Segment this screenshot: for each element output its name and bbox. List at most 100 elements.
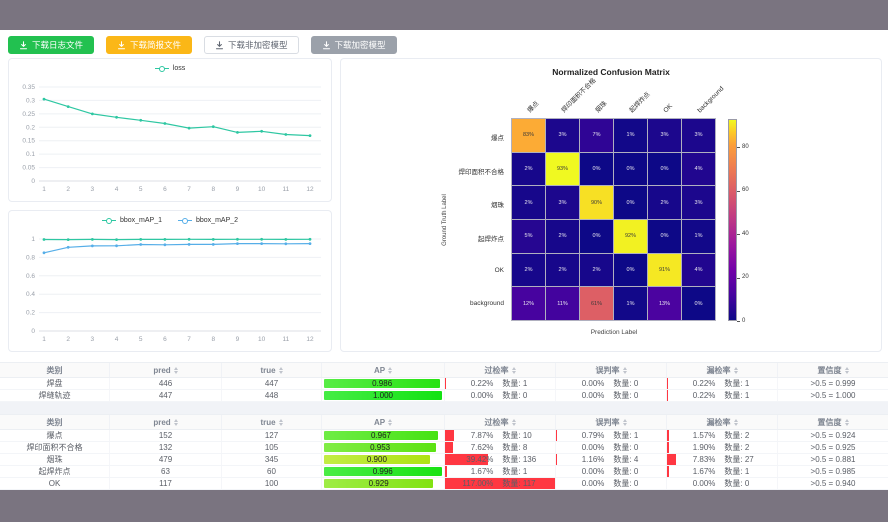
y-axis-tick-label: 0.3 xyxy=(26,97,35,104)
sort-caret-icon[interactable] xyxy=(845,367,849,374)
cell-true: 448 xyxy=(222,390,322,401)
cell-pred: 446 xyxy=(110,378,222,389)
column-header-AP[interactable]: AP xyxy=(322,415,445,429)
table-header-row: 类别predtrueAP过检率误判率漏检率置信度 xyxy=(0,362,888,378)
sort-caret-icon[interactable] xyxy=(279,367,283,374)
column-header-误判率[interactable]: 误判率 xyxy=(556,363,667,377)
chart-legend: loss xyxy=(9,65,331,72)
legend-marker-icon xyxy=(102,217,116,224)
y-axis-tick-label: 0.05 xyxy=(22,165,35,172)
sort-caret-icon[interactable] xyxy=(279,419,283,426)
y-axis-tick-label: 1 xyxy=(31,236,35,243)
legend-item-loss[interactable]: loss xyxy=(155,65,185,72)
download-encrypted-model-button[interactable]: 下载加密模型 xyxy=(311,36,397,54)
legend-item-bbox_mAP_1[interactable]: bbox_mAP_1 xyxy=(102,217,162,224)
sort-caret-icon[interactable] xyxy=(734,419,738,426)
x-axis-tick-label: 12 xyxy=(306,186,314,193)
cell-ap: 0.986 xyxy=(322,378,445,389)
table-header-row: 类别predtrueAP过检率误判率漏检率置信度 xyxy=(0,414,888,430)
y-axis-tick-label: 0.35 xyxy=(22,84,35,91)
cm-col-label: 爆点 xyxy=(526,100,541,115)
rate-quantity: 数量: 1 xyxy=(724,378,749,389)
cell-ap: 0.900 xyxy=(322,454,445,465)
button-label: 下载加密模型 xyxy=(335,41,386,50)
sort-caret-icon[interactable] xyxy=(845,419,849,426)
column-header-置信度[interactable]: 置信度 xyxy=(778,415,888,429)
column-header-误判率[interactable]: 误判率 xyxy=(556,415,667,429)
cm-cell: 0% xyxy=(648,153,681,186)
cell-miss-rate: 1.90%数量: 2 xyxy=(667,442,778,453)
x-axis-tick-label: 5 xyxy=(139,186,143,193)
caret-down-icon xyxy=(734,423,738,426)
column-header-label: 漏检率 xyxy=(707,417,731,428)
cell-misjudge-rate: 1.16%数量: 4 xyxy=(556,454,667,465)
rate-text: 0.22%数量: 1 xyxy=(667,390,777,401)
sort-caret-icon[interactable] xyxy=(174,419,178,426)
rate-percent: 1.67% xyxy=(445,467,493,476)
rate-text: 0.00%数量: 0 xyxy=(556,466,666,477)
data-point xyxy=(260,130,263,133)
column-header-过检率[interactable]: 过检率 xyxy=(445,415,556,429)
data-point xyxy=(115,244,118,247)
cm-cell: 2% xyxy=(546,254,579,287)
data-point xyxy=(284,133,287,136)
sort-caret-icon[interactable] xyxy=(512,367,516,374)
column-header-漏检率[interactable]: 漏检率 xyxy=(667,363,778,377)
rate-percent: 0.00% xyxy=(556,391,604,400)
cm-cell: 0% xyxy=(580,153,613,186)
cm-y-axis-label: Ground Truth Label xyxy=(442,194,448,246)
rate-text: 117.00%数量: 117 xyxy=(445,478,555,489)
cell-ap: 1.000 xyxy=(322,390,445,401)
cell-class: 爆点 xyxy=(0,430,110,441)
sort-caret-icon[interactable] xyxy=(388,367,392,374)
cm-cell: 5% xyxy=(512,220,545,253)
column-header-过检率[interactable]: 过检率 xyxy=(445,363,556,377)
sort-caret-icon[interactable] xyxy=(388,419,392,426)
column-header-漏检率[interactable]: 漏检率 xyxy=(667,415,778,429)
sort-caret-icon[interactable] xyxy=(623,367,627,374)
rate-quantity: 数量: 27 xyxy=(724,454,753,465)
rate-quantity: 数量: 0 xyxy=(613,442,638,453)
column-header-置信度[interactable]: 置信度 xyxy=(778,363,888,377)
data-point xyxy=(91,113,94,116)
rate-percent: 7.83% xyxy=(667,455,715,464)
download-toolbar: 下载日志文件 下载简报文件 下载非加密模型 下载加密模型 xyxy=(8,36,397,54)
column-header-true[interactable]: true xyxy=(222,363,322,377)
rate-text: 0.00%数量: 0 xyxy=(556,390,666,401)
cell-ap: 0.953 xyxy=(322,442,445,453)
column-header-AP[interactable]: AP xyxy=(322,363,445,377)
column-header-true[interactable]: true xyxy=(222,415,322,429)
line-chart: 00.20.40.60.81123456789101112 xyxy=(9,211,331,351)
caret-up-icon xyxy=(512,419,516,422)
caret-up-icon xyxy=(279,367,283,370)
sort-caret-icon[interactable] xyxy=(512,419,516,426)
cell-overkill-rate: 0.00%数量: 0 xyxy=(445,390,556,401)
caret-down-icon xyxy=(174,423,178,426)
sort-caret-icon[interactable] xyxy=(174,367,178,374)
sort-caret-icon[interactable] xyxy=(623,419,627,426)
caret-down-icon xyxy=(279,423,283,426)
cm-row-label: 烟珠 xyxy=(341,199,504,209)
cell-ap: 0.967 xyxy=(322,430,445,441)
download-log-file-button[interactable]: 下载日志文件 xyxy=(8,36,94,54)
column-header-pred[interactable]: pred xyxy=(110,363,222,377)
download-unencrypted-model-button[interactable]: 下载非加密模型 xyxy=(204,36,299,54)
cell-true: 100 xyxy=(222,478,322,489)
colorbar-tick xyxy=(737,191,740,192)
cell-class: OK xyxy=(0,478,110,489)
cm-row-label: OK xyxy=(341,267,504,274)
legend-item-bbox_mAP_2[interactable]: bbox_mAP_2 xyxy=(178,217,238,224)
cell-ap: 0.929 xyxy=(322,478,445,489)
rate-quantity: 数量: 0 xyxy=(613,378,638,389)
caret-up-icon xyxy=(845,367,849,370)
sort-caret-icon[interactable] xyxy=(734,367,738,374)
cm-cell: 61% xyxy=(580,287,613,320)
download-report-file-button[interactable]: 下载简报文件 xyxy=(106,36,192,54)
cm-cell: 1% xyxy=(614,287,647,320)
data-point xyxy=(91,238,94,241)
column-header-pred[interactable]: pred xyxy=(110,415,222,429)
rate-text: 1.90%数量: 2 xyxy=(667,442,777,453)
cell-overkill-rate: 7.62%数量: 8 xyxy=(445,442,556,453)
cell-pred: 152 xyxy=(110,430,222,441)
cell-class: 起焊炸点 xyxy=(0,466,110,477)
